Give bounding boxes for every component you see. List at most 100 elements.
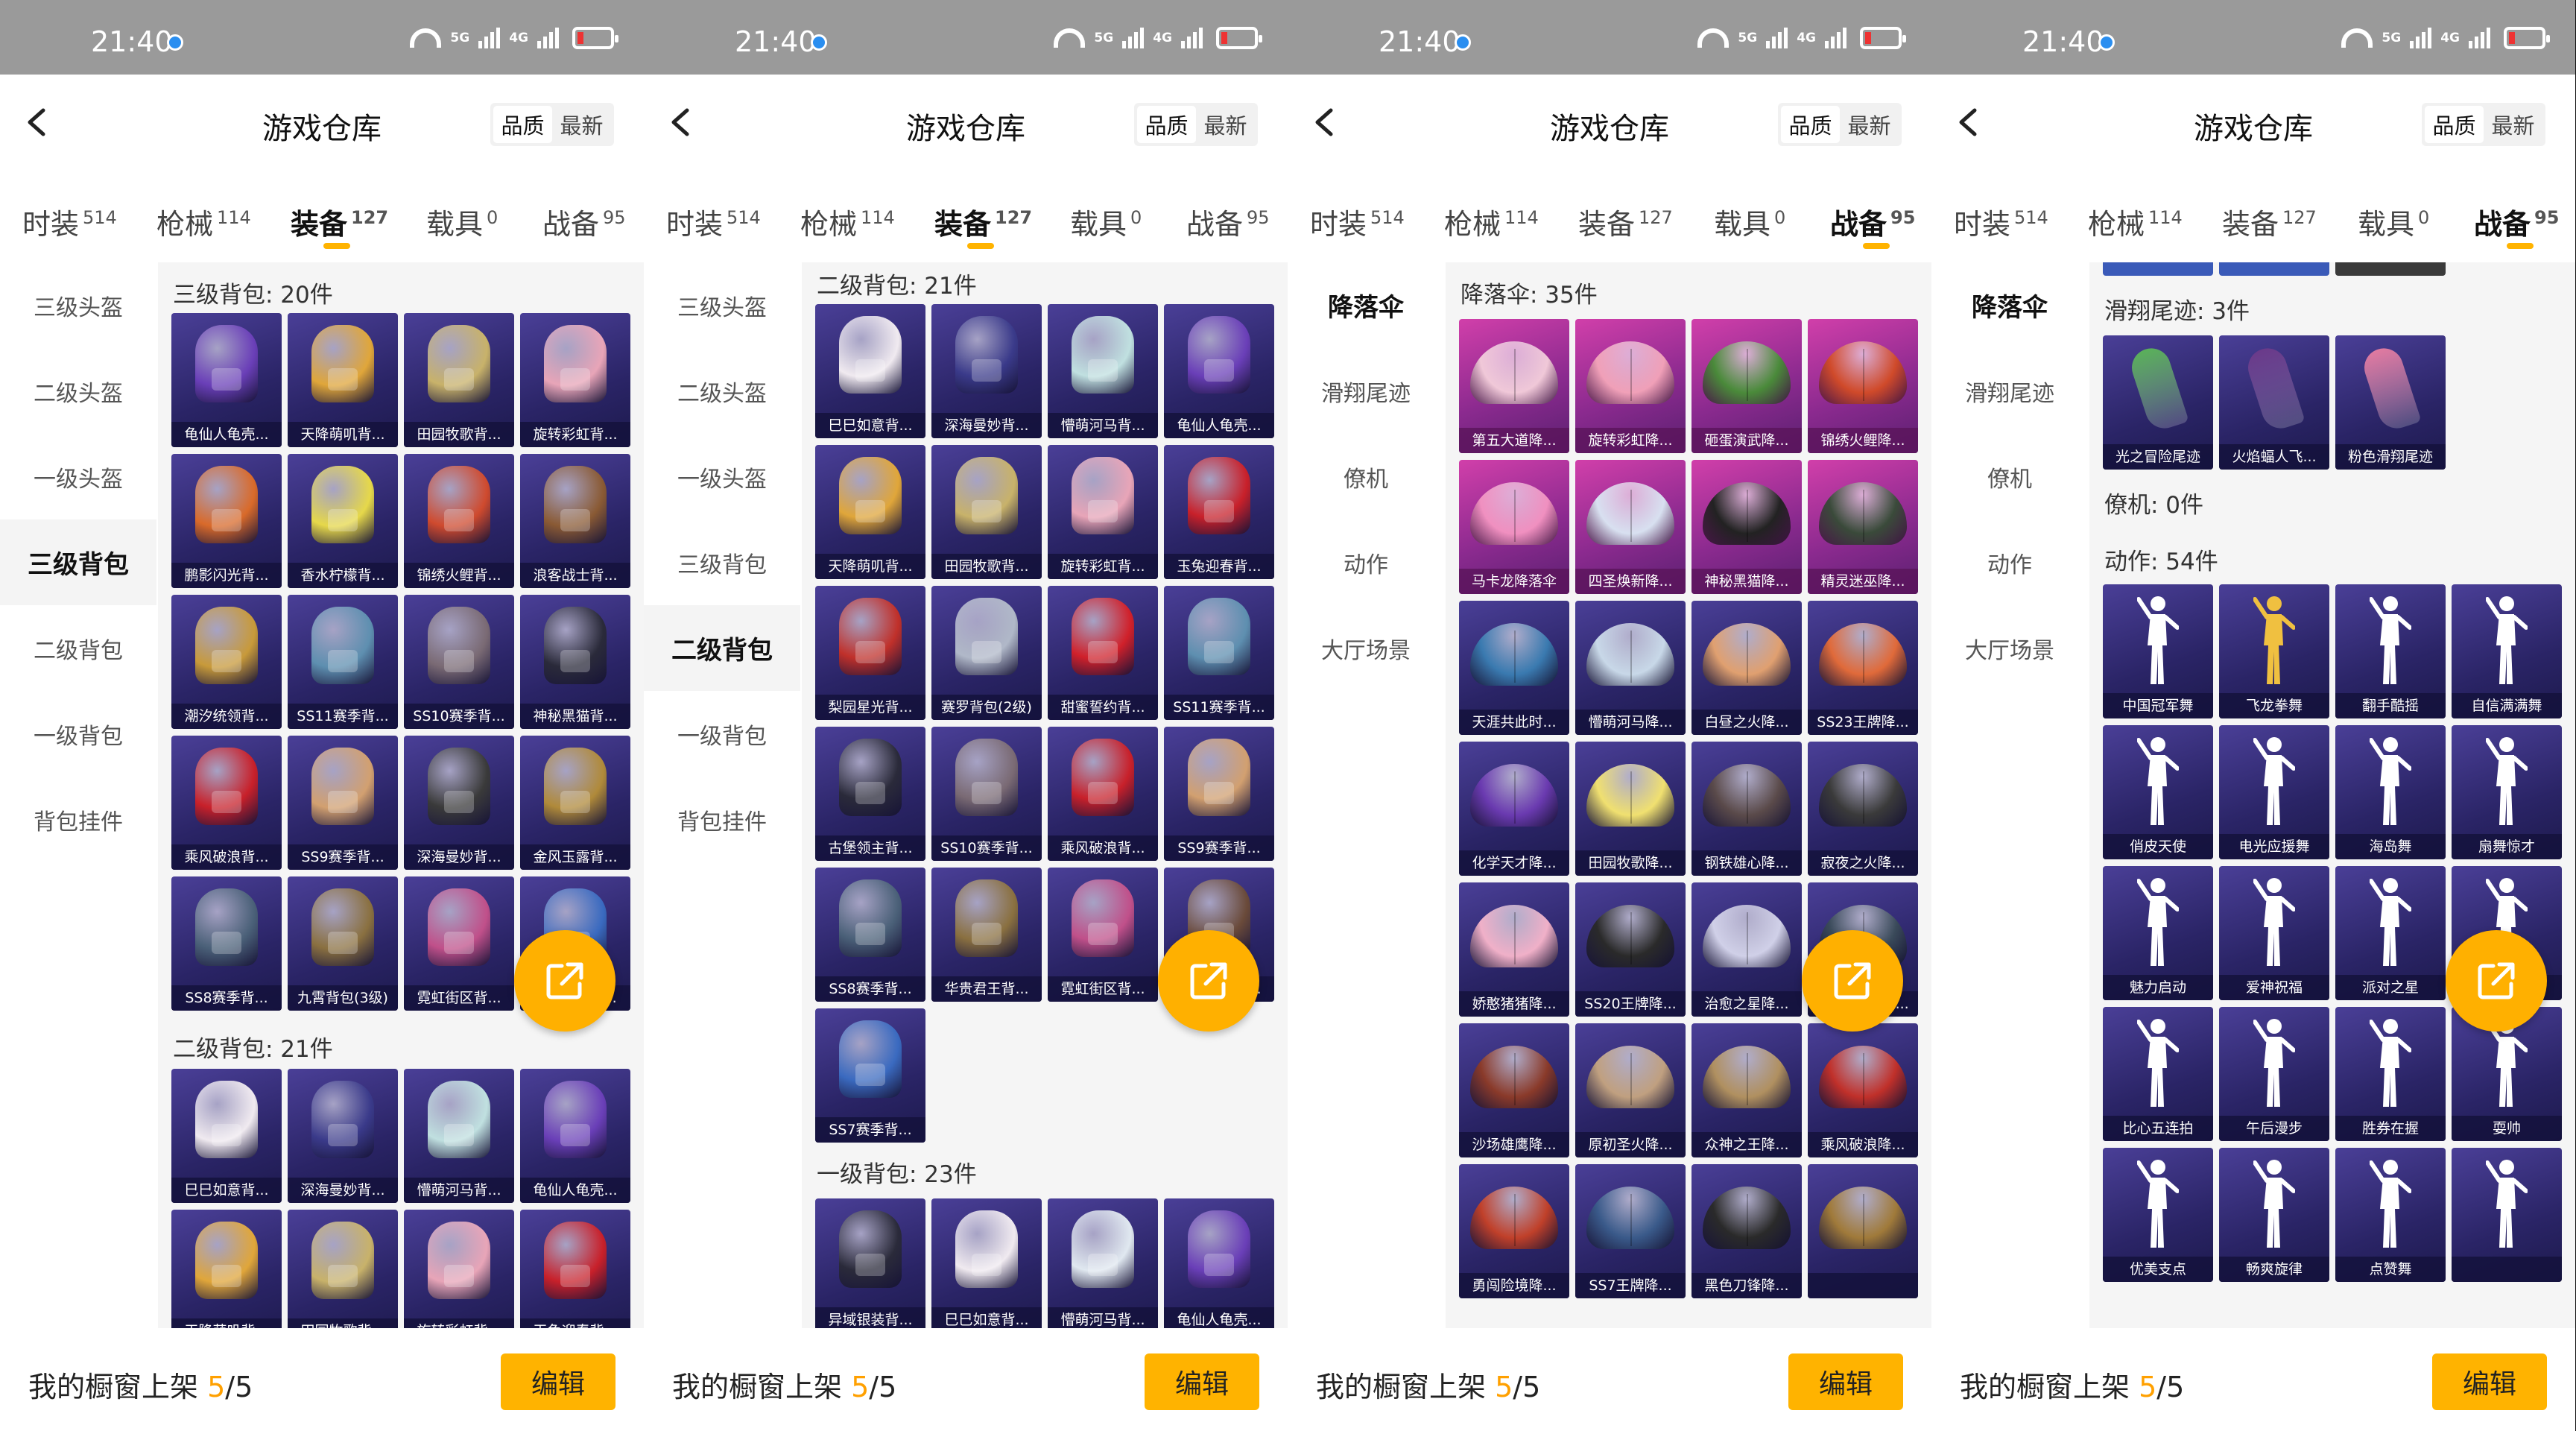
item-tile[interactable]: 巳巳如意背... — [171, 1069, 282, 1203]
menu-item[interactable]: 动作 — [1288, 519, 1444, 605]
tab-3[interactable]: 载具 0 — [1070, 201, 1142, 242]
menu-item[interactable]: 二级背包 — [644, 605, 800, 691]
menu-item[interactable]: 三级头盔 — [644, 262, 800, 348]
item-tile[interactable]: SS9赛季背... — [1164, 727, 1274, 861]
item-tile[interactable]: 潮汐统领背... — [171, 595, 282, 729]
item-tile[interactable] — [1808, 1164, 1918, 1298]
menu-item[interactable]: 背包挂件 — [644, 777, 800, 862]
item-tile[interactable]: 海岛舞 — [2335, 725, 2446, 859]
item-tile[interactable]: 霓虹街区背... — [1048, 868, 1158, 1002]
item-tile[interactable]: 众神之王降... — [1692, 1023, 1802, 1157]
sort-quality-button[interactable]: 品质 — [1137, 106, 1196, 143]
item-tile[interactable]: 神秘黑猫背... — [520, 595, 630, 729]
item-tile[interactable]: 赛罗背包(2级) — [931, 586, 1042, 720]
item-tile[interactable]: 田园牧歌背... — [931, 445, 1042, 579]
item-tile[interactable]: SS7王牌降... — [1575, 1164, 1686, 1298]
item-tile[interactable]: 龟仙人龟壳... — [1164, 1198, 1274, 1328]
item-tile[interactable]: 魅力启动 — [2103, 866, 2213, 1000]
item-tile[interactable]: 鹏影闪光背... — [171, 454, 282, 588]
tab-2[interactable]: 装备 127 — [291, 201, 388, 242]
item-tile[interactable]: 异域银装背... — [815, 1198, 925, 1328]
item-tile[interactable]: 乘风破浪背... — [171, 736, 282, 870]
item-tile[interactable]: SS11赛季背... — [1164, 586, 1274, 720]
item-tile[interactable]: 甜蜜誓约背... — [1048, 586, 1158, 720]
item-tile[interactable]: 锦绣火鲤降... — [1808, 319, 1918, 453]
item-tile[interactable]: 电光应援舞 — [2219, 725, 2329, 859]
menu-item[interactable]: 大厅场景 — [1288, 605, 1444, 691]
item-tile[interactable]: 第五大道降... — [1459, 319, 1569, 453]
item-tile[interactable]: 懵萌河马背... — [1048, 304, 1158, 438]
menu-item[interactable]: 大厅场景 — [1931, 605, 2088, 691]
menu-item[interactable]: 背包挂件 — [0, 777, 156, 862]
item-tile[interactable]: SS8赛季背... — [815, 868, 925, 1002]
tab-0[interactable]: 时装 514 — [22, 201, 117, 242]
menu-item[interactable]: 一级背包 — [0, 691, 156, 777]
item-tile[interactable]: 比心五连拍 — [2103, 1007, 2213, 1141]
menu-item[interactable]: 降落伞 — [1931, 262, 2088, 348]
tab-3[interactable]: 载具 0 — [426, 201, 498, 242]
item-tile[interactable]: 白昼之火降... — [1692, 601, 1802, 735]
menu-item[interactable]: 一级背包 — [644, 691, 800, 777]
share-button[interactable] — [2446, 930, 2547, 1032]
menu-item[interactable]: 动作 — [1931, 519, 2088, 605]
item-tile[interactable]: 龟仙人龟壳... — [520, 1069, 630, 1203]
item-tile[interactable]: 田园牧歌背... — [288, 1210, 398, 1328]
item-tile[interactable]: 懵萌河马降... — [1575, 601, 1686, 735]
item-tile[interactable]: SS20王牌降... — [1575, 882, 1686, 1017]
item-tile[interactable]: 飞龙拳舞 — [2219, 584, 2329, 718]
item-tile[interactable]: SS9赛季背... — [288, 736, 398, 870]
item-tile[interactable]: 天降萌叽背... — [288, 313, 398, 447]
item-tile[interactable]: 旋转彩虹降... — [1575, 319, 1686, 453]
item-tile[interactable] — [2452, 1148, 2562, 1282]
tab-0[interactable]: 时装 514 — [1310, 201, 1405, 242]
tab-4[interactable]: 战备 95 — [542, 201, 626, 242]
sort-quality-button[interactable]: 品质 — [2425, 106, 2484, 143]
edit-button[interactable]: 编辑 — [1788, 1353, 1903, 1410]
menu-item[interactable]: 一级头盔 — [644, 434, 800, 519]
menu-item[interactable]: 二级背包 — [0, 605, 156, 691]
item-tile[interactable]: 优美支点 — [2103, 1148, 2213, 1282]
item-tile[interactable]: SS11赛季背... — [288, 595, 398, 729]
item-tile[interactable]: 九霄背包(3级) — [288, 876, 398, 1011]
item-tile[interactable]: 俏皮天使 — [2103, 725, 2213, 859]
menu-item[interactable]: 滑翔尾迹 — [1288, 348, 1444, 434]
sort-latest-button[interactable]: 最新 — [2484, 106, 2542, 143]
item-tile[interactable]: 懵萌河马背... — [1048, 1198, 1158, 1328]
item-tile[interactable]: 神秘黑猫降... — [1692, 460, 1802, 594]
item-tile[interactable]: 霓虹街区背... — [404, 876, 514, 1011]
tab-2[interactable]: 装备 127 — [1578, 201, 1673, 242]
sort-quality-button[interactable]: 品质 — [493, 106, 552, 143]
menu-item[interactable]: 二级头盔 — [0, 348, 156, 434]
tab-3[interactable]: 载具 0 — [1714, 201, 1785, 242]
tab-1[interactable]: 枪械 114 — [800, 201, 895, 242]
tab-0[interactable]: 时装 514 — [666, 201, 761, 242]
item-tile[interactable]: 马卡龙降落伞 — [1459, 460, 1569, 594]
item-tile[interactable]: 勇闯险境降... — [1459, 1164, 1569, 1298]
menu-item[interactable]: 三级头盔 — [0, 262, 156, 348]
item-tile[interactable]: 龟仙人龟壳... — [171, 313, 282, 447]
item-tile[interactable]: SS10赛季背... — [404, 595, 514, 729]
tab-2[interactable]: 装备 127 — [934, 201, 1032, 242]
menu-item[interactable]: 僚机 — [1288, 434, 1444, 519]
item-tile[interactable]: 乘风破浪背... — [1048, 727, 1158, 861]
item-tile[interactable]: 旋转彩虹背... — [1048, 445, 1158, 579]
item-tile[interactable]: 光之冒险尾迹 — [2103, 335, 2213, 470]
menu-item[interactable]: 三级背包 — [0, 519, 156, 605]
item-tile[interactable]: 四圣焕新降... — [1575, 460, 1686, 594]
item-tile[interactable]: 午后漫步 — [2219, 1007, 2329, 1141]
tab-1[interactable]: 枪械 114 — [1444, 201, 1539, 242]
item-tile[interactable]: 中国冠军舞 — [2103, 584, 2213, 718]
menu-item[interactable]: 僚机 — [1931, 434, 2088, 519]
item-tile[interactable]: 火焰蝠人飞... — [2219, 335, 2329, 470]
tab-0[interactable]: 时装 514 — [1954, 201, 2048, 242]
share-button[interactable] — [514, 930, 615, 1032]
share-button[interactable] — [1802, 930, 1903, 1032]
item-tile[interactable]: 深海曼妙背... — [404, 736, 514, 870]
item-tile[interactable]: 深海曼妙背... — [931, 304, 1042, 438]
sort-latest-button[interactable]: 最新 — [1196, 106, 1255, 143]
tab-4[interactable]: 战备 95 — [1830, 201, 1915, 242]
item-tile[interactable]: 娇憨猪猪降... — [1459, 882, 1569, 1017]
edit-button[interactable]: 编辑 — [1145, 1353, 1259, 1410]
item-tile[interactable]: 旋转彩虹背... — [520, 313, 630, 447]
item-tile[interactable]: SS10赛季背... — [931, 727, 1042, 861]
